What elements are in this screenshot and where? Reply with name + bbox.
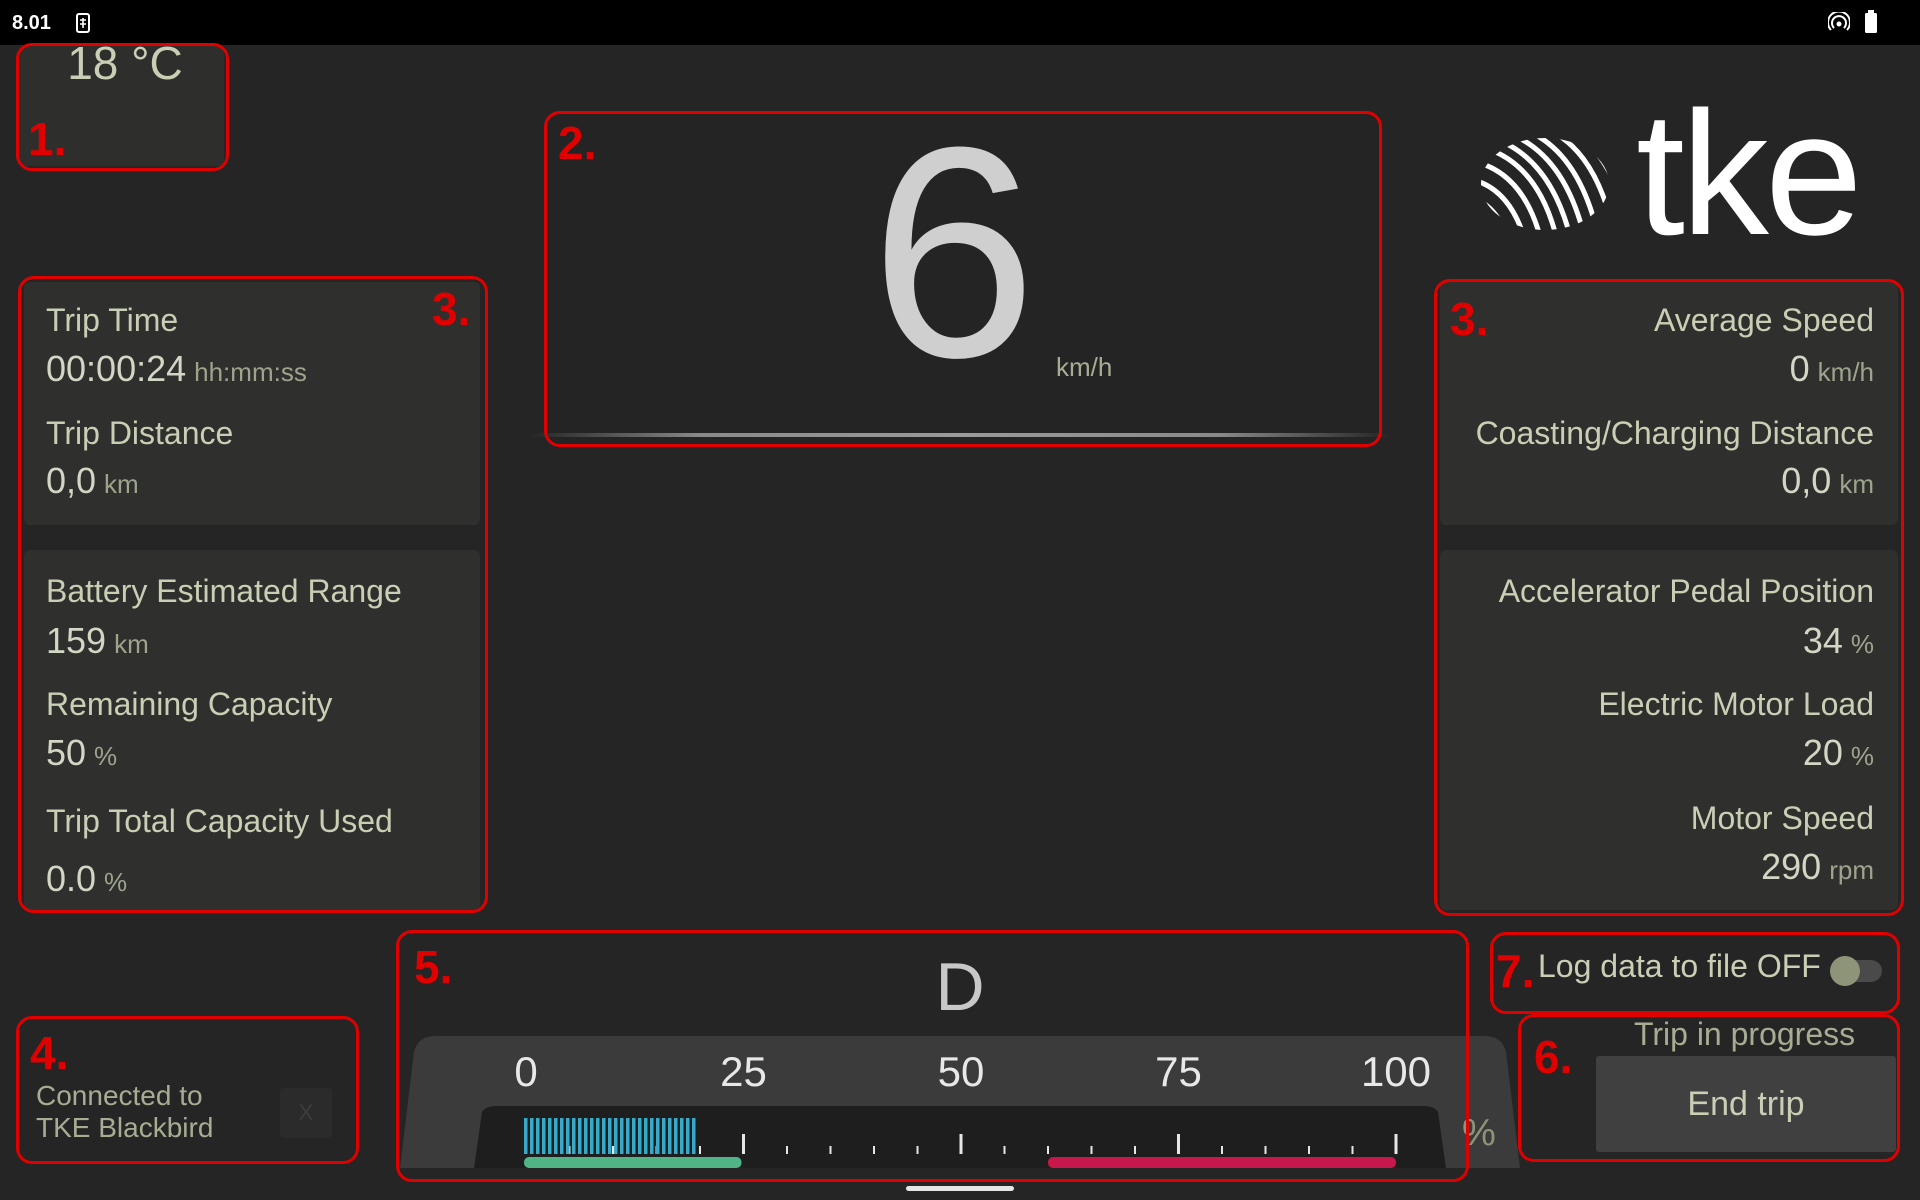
tke-logo-text: tke	[1636, 76, 1863, 272]
annotation-box-5	[396, 930, 1469, 1182]
battery-icon	[1865, 10, 1877, 33]
annotation-label-5: 5.	[414, 941, 453, 993]
annotation-box-3-left	[18, 276, 488, 913]
sim-icon	[76, 13, 90, 33]
tke-logo-icon	[1481, 138, 1609, 230]
dashboard-screen: 8.01 18 °C 1. 6 km/h 2. tke Trip Time 00…	[0, 0, 1920, 1200]
annotation-label-2: 2.	[558, 117, 597, 169]
home-indicator[interactable]	[906, 1186, 1014, 1191]
annotation-box-3-right	[1434, 279, 1904, 916]
hotspot-icon	[1828, 12, 1850, 31]
annotation-label-3-left: 3.	[432, 283, 471, 335]
annotation-box-2	[544, 111, 1382, 447]
annotation-label-7: 7.	[1496, 945, 1535, 997]
annotation-box-7	[1490, 932, 1900, 1014]
status-bar: 8.01	[0, 0, 1920, 45]
annotation-label-3-right: 3.	[1450, 293, 1489, 345]
annotation-label-4: 4.	[30, 1027, 69, 1079]
annotation-box-6	[1518, 1014, 1900, 1162]
annotation-label-6: 6.	[1534, 1031, 1573, 1083]
clock: 8.01	[12, 12, 51, 34]
annotation-label-1: 1.	[28, 113, 67, 165]
